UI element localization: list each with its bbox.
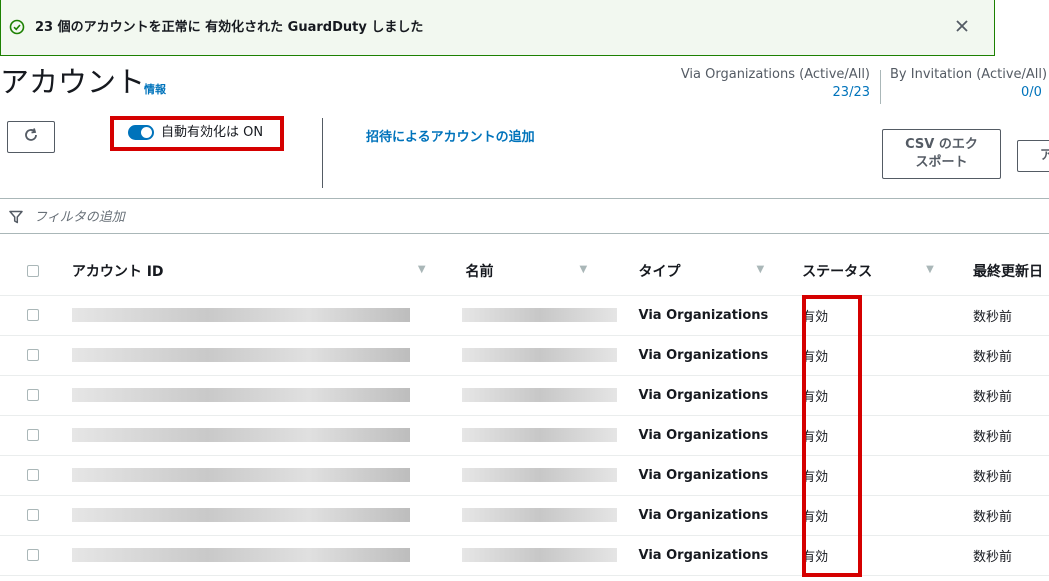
type-cell: Via Organizations: [638, 467, 769, 483]
sort-icon[interactable]: ▼: [757, 264, 765, 275]
filter-bar: [0, 198, 1049, 234]
name-cell: [450, 535, 617, 575]
type-cell: Via Organizations: [638, 347, 769, 363]
row-checkbox[interactable]: [27, 349, 39, 361]
type-cell: Via Organizations: [638, 427, 769, 443]
type-cell: Via Organizations: [638, 547, 769, 563]
name-cell: [450, 495, 617, 535]
account-id-cell: [60, 335, 450, 375]
table-row[interactable]: Via Organizations 有効 数秒前: [0, 295, 1049, 335]
check-circle-icon: [9, 19, 25, 35]
actions-button[interactable]: ア: [1017, 140, 1049, 172]
info-link[interactable]: 情報: [144, 81, 166, 97]
filter-icon: [9, 209, 23, 228]
col-last-updated[interactable]: 最終更新日: [961, 247, 1049, 295]
csv-export-button[interactable]: CSV のエク スポート: [882, 129, 1001, 179]
flash-message: 23 個のアカウントを正常に 有効化された GuardDuty しました: [35, 20, 424, 35]
table-row[interactable]: Via Organizations 有効 数秒前: [0, 335, 1049, 375]
select-all-checkbox[interactable]: [27, 264, 39, 277]
refresh-icon: [23, 127, 39, 147]
type-cell: Via Organizations: [638, 507, 769, 523]
name-cell: [450, 375, 617, 415]
name-cell: [450, 455, 617, 495]
col-type[interactable]: タイプ ▼: [617, 247, 789, 295]
stat-invitation-value[interactable]: 0/0: [1021, 84, 1042, 102]
toolbar-divider: [322, 118, 323, 188]
name-cell: [450, 335, 617, 375]
sort-icon[interactable]: ▼: [580, 264, 588, 275]
table-row[interactable]: Via Organizations 有効 数秒前: [0, 415, 1049, 455]
account-id-cell: [60, 455, 450, 495]
table-header-row: アカウント ID ▼ 名前 ▼ タイプ ▼ ステータス ▼ 最終更新日: [0, 247, 1049, 295]
stat-organizations-label: Via Organizations (Active/All): [680, 67, 870, 82]
col-status[interactable]: ステータス ▼: [788, 247, 961, 295]
stat-organizations: Via Organizations (Active/All) 23/23: [681, 66, 870, 102]
last-updated-cell: 数秒前: [973, 349, 1013, 365]
table-row[interactable]: Via Organizations 有効 数秒前: [0, 455, 1049, 495]
name-cell: [450, 295, 617, 335]
last-updated-cell: 数秒前: [973, 509, 1013, 525]
csv-export-label-1: CSV のエク: [905, 137, 978, 152]
type-cell: Via Organizations: [638, 387, 769, 403]
last-updated-cell: 数秒前: [973, 309, 1013, 325]
table-row[interactable]: Via Organizations 有効 数秒前: [0, 375, 1049, 415]
page-title: アカウント: [0, 65, 146, 99]
type-cell: Via Organizations: [638, 307, 769, 323]
stat-organizations-value[interactable]: 23/23: [681, 84, 870, 102]
row-checkbox[interactable]: [27, 389, 39, 401]
table-row[interactable]: Via Organizations 有効 数秒前: [0, 495, 1049, 535]
account-id-cell: [60, 295, 450, 335]
row-checkbox[interactable]: [27, 469, 39, 481]
stat-divider: [880, 70, 881, 104]
refresh-button[interactable]: [7, 121, 55, 153]
name-cell: [450, 415, 617, 455]
col-name[interactable]: 名前 ▼: [450, 247, 617, 295]
account-id-cell: [60, 415, 450, 455]
success-flash-banner: 23 個のアカウントを正常に 有効化された GuardDuty しました: [0, 0, 995, 56]
row-checkbox[interactable]: [27, 549, 39, 561]
last-updated-cell: 数秒前: [973, 469, 1013, 485]
sort-icon[interactable]: ▼: [418, 264, 426, 275]
add-account-by-invitation-link[interactable]: 招待によるアカウントの追加: [366, 126, 535, 145]
csv-export-label-2: スポート: [915, 155, 968, 170]
toggle-knob: [141, 127, 152, 138]
auto-enable-toggle[interactable]: [128, 125, 154, 140]
sort-icon[interactable]: ▼: [926, 264, 934, 275]
filter-input[interactable]: [32, 206, 436, 228]
last-updated-cell: 数秒前: [973, 429, 1013, 445]
table-row[interactable]: Via Organizations 有効 数秒前: [0, 535, 1049, 575]
accounts-table: アカウント ID ▼ 名前 ▼ タイプ ▼ ステータス ▼ 最終更新日 Via …: [0, 247, 1049, 576]
col-account-id[interactable]: アカウント ID ▼: [60, 247, 450, 295]
account-id-cell: [60, 375, 450, 415]
last-updated-cell: 数秒前: [973, 389, 1013, 405]
stat-invitation-label: By Invitation (Active/All): [890, 67, 1048, 82]
account-id-cell: [60, 535, 450, 575]
row-checkbox[interactable]: [27, 309, 39, 321]
stat-invitation: By Invitation (Active/All) 0/0: [890, 66, 1048, 100]
account-id-cell: [60, 495, 450, 535]
row-checkbox[interactable]: [27, 429, 39, 441]
close-icon[interactable]: [950, 14, 974, 38]
last-updated-cell: 数秒前: [973, 549, 1013, 565]
auto-enable-label: 自動有効化は ON: [161, 125, 264, 140]
status-highlight: [802, 295, 862, 577]
row-checkbox[interactable]: [27, 509, 39, 521]
